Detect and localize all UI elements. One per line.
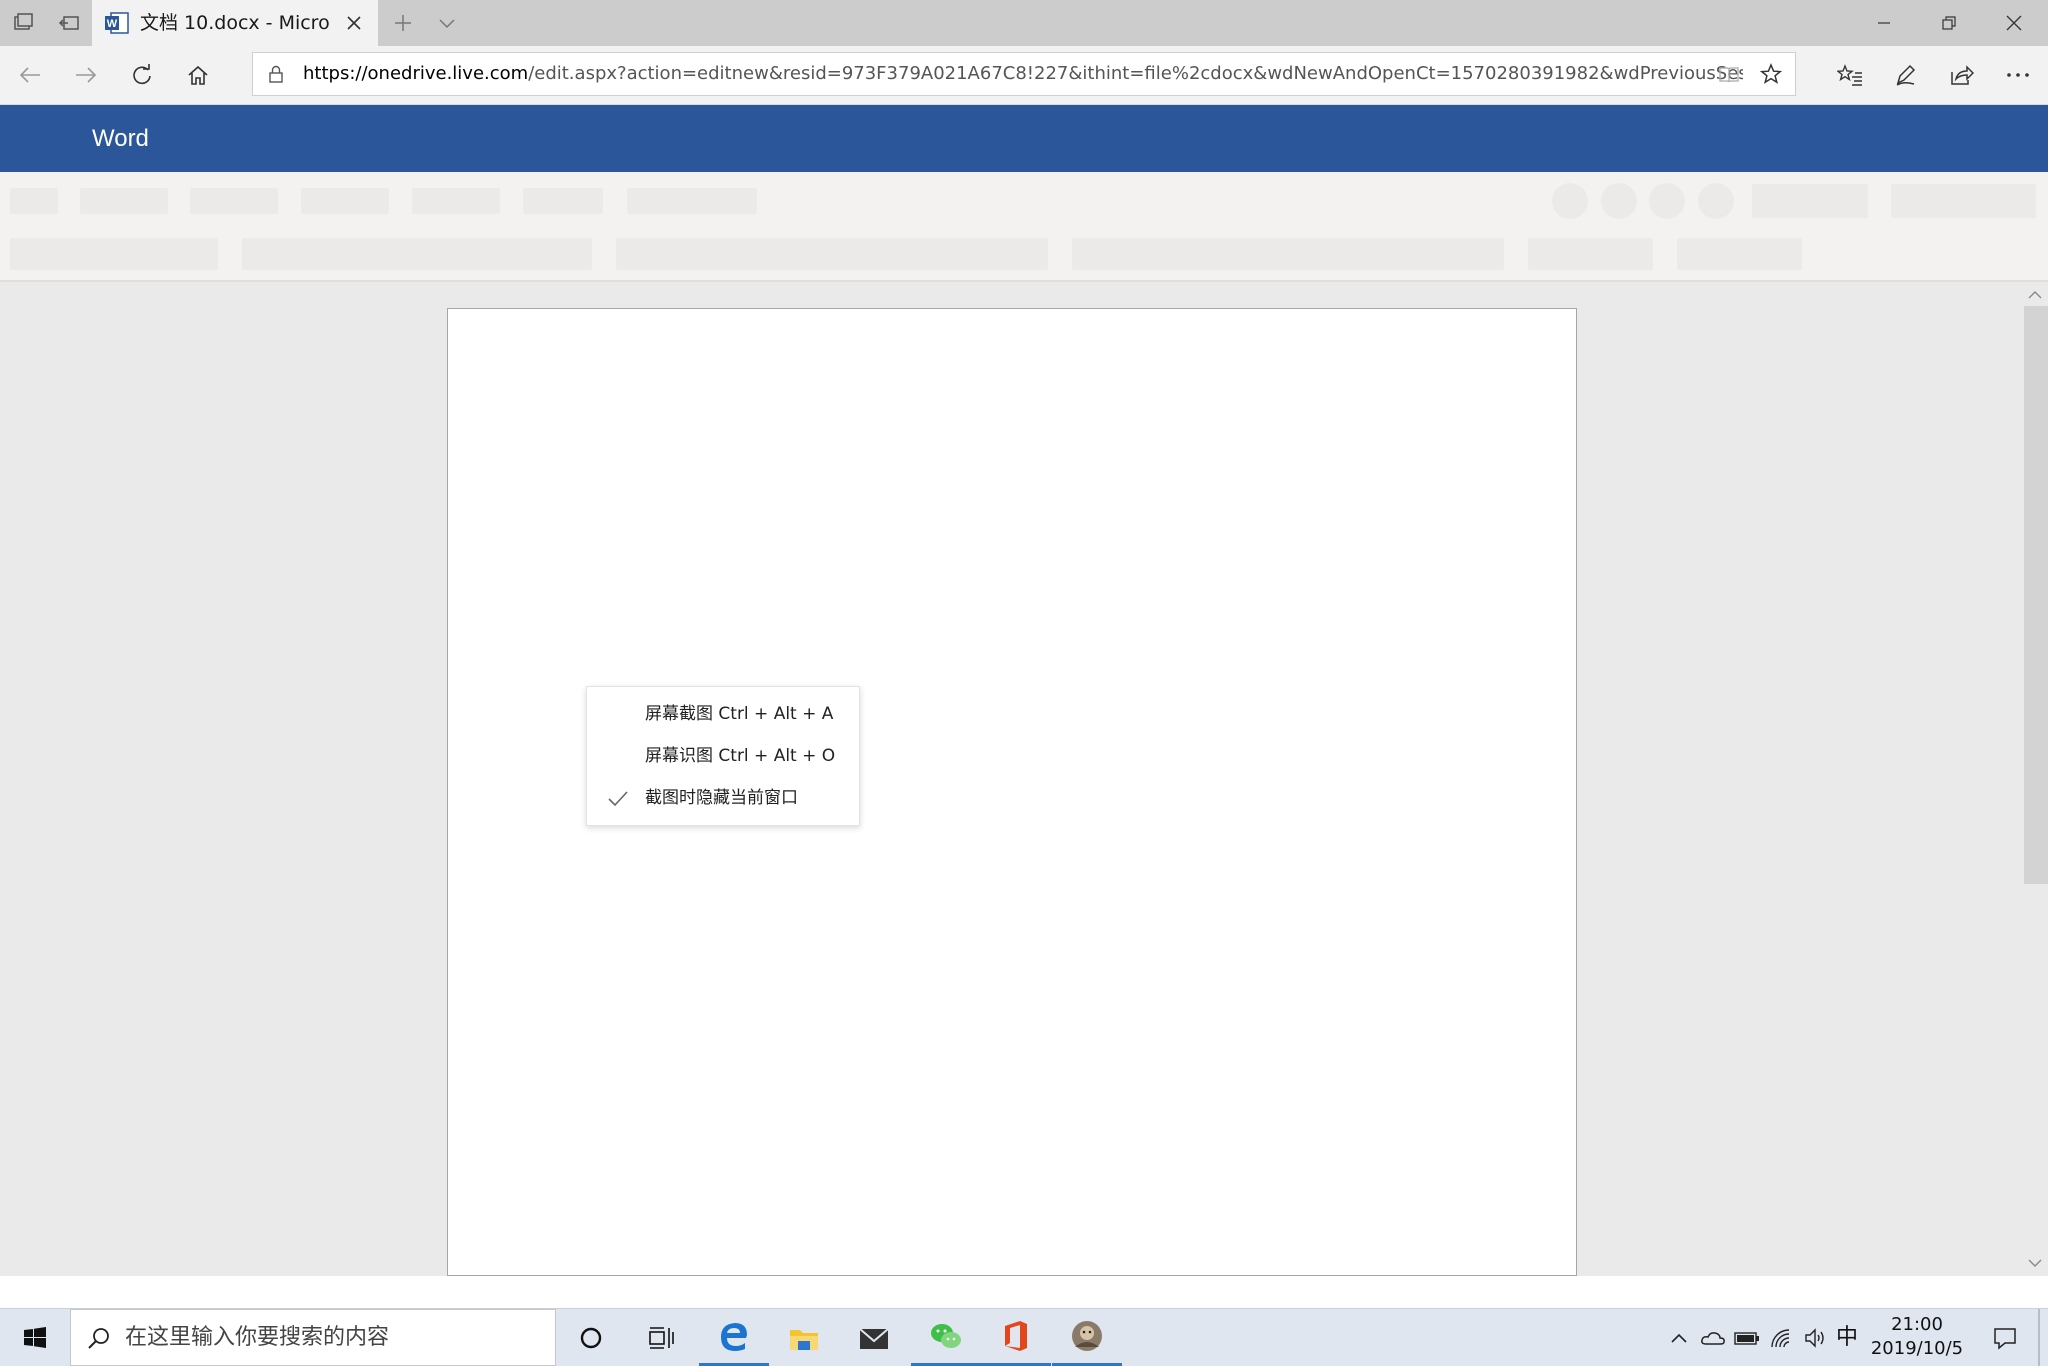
battery-icon[interactable] xyxy=(1730,1309,1764,1366)
url-host: https://onedrive.live.com xyxy=(303,63,529,84)
checkmark-icon xyxy=(607,788,629,810)
clock-date: 2019/10/5 xyxy=(1870,1338,1964,1359)
clock-time: 21:00 xyxy=(1891,1314,1943,1335)
search-icon xyxy=(81,1310,117,1365)
wifi-icon[interactable] xyxy=(1764,1309,1798,1366)
ribbon-group-placeholder xyxy=(1072,238,1504,270)
show-hidden-icons-icon[interactable] xyxy=(1662,1309,1696,1366)
screenshot-context-menu: 屏幕截图 Ctrl + Alt + A 屏幕识图 Ctrl + Alt + O … xyxy=(586,686,860,826)
favorite-star-icon[interactable] xyxy=(1751,53,1791,95)
ribbon-loading xyxy=(0,172,2048,282)
menu-item-label: 屏幕截图 Ctrl + Alt + A xyxy=(645,704,834,724)
refresh-icon[interactable] xyxy=(114,46,170,104)
ribbon-group-placeholder xyxy=(242,238,592,270)
close-window-icon[interactable] xyxy=(1982,0,2046,46)
set-aside-tabs-icon[interactable] xyxy=(46,0,92,46)
avatar-app-icon[interactable] xyxy=(1052,1309,1122,1366)
ribbon-button-placeholder xyxy=(1752,184,1868,218)
ribbon-tab-placeholder xyxy=(627,188,757,214)
mail-icon[interactable] xyxy=(839,1309,909,1366)
menu-item-label: 屏幕识图 Ctrl + Alt + O xyxy=(645,746,836,766)
office-icon[interactable] xyxy=(981,1309,1051,1366)
ribbon-button-placeholder xyxy=(1698,183,1734,219)
ribbon-tab-placeholder xyxy=(10,188,58,214)
restore-icon[interactable] xyxy=(1917,0,1981,46)
start-icon[interactable] xyxy=(0,1309,70,1366)
menu-item-screen-capture[interactable]: 屏幕截图 Ctrl + Alt + A xyxy=(587,693,859,735)
favorites-hub-icon[interactable] xyxy=(1822,46,1878,104)
lock-icon xyxy=(261,53,291,95)
back-icon[interactable] xyxy=(2,46,58,104)
svg-text:W: W xyxy=(107,18,118,30)
ribbon-tab-placeholder xyxy=(412,188,500,214)
volume-icon[interactable] xyxy=(1798,1309,1832,1366)
scroll-up-icon[interactable] xyxy=(2022,282,2048,308)
reading-view-icon[interactable] xyxy=(1709,53,1749,95)
menu-item-label: 截图时隐藏当前窗口 xyxy=(645,788,798,808)
url-text[interactable]: https://onedrive.live.com/edit.aspx?acti… xyxy=(303,53,1743,95)
address-bar[interactable]: https://onedrive.live.com/edit.aspx?acti… xyxy=(252,52,1796,96)
app-name[interactable]: Word xyxy=(92,105,149,172)
home-icon[interactable] xyxy=(170,46,226,104)
menu-item-hide-window[interactable]: 截图时隐藏当前窗口 xyxy=(587,777,859,819)
ribbon-tab-placeholder xyxy=(301,188,389,214)
windows-taskbar: 在这里输入你要搜索的内容 中 21:00 2019/10/5 xyxy=(0,1308,2048,1366)
ribbon-group-placeholder xyxy=(1528,238,1653,270)
onedrive-icon[interactable] xyxy=(1696,1309,1730,1366)
word-icon: W xyxy=(102,0,132,46)
wechat-icon[interactable] xyxy=(911,1309,981,1366)
active-tab[interactable]: W 文档 10.docx - Microsoft Word Online xyxy=(92,0,378,46)
notification-icon[interactable] xyxy=(1980,1309,2030,1366)
more-icon[interactable] xyxy=(1990,46,2046,104)
browser-toolbar: https://onedrive.live.com/edit.aspx?acti… xyxy=(0,46,2048,105)
tab-title: 文档 10.docx - Microsoft Word Online xyxy=(140,12,330,34)
word-app-header: Word xyxy=(0,105,2048,172)
browser-tab-bar: W 文档 10.docx - Microsoft Word Online xyxy=(0,0,2048,46)
document-canvas[interactable] xyxy=(0,282,2048,1276)
input-method-indicator[interactable]: 中 xyxy=(1832,1309,1862,1366)
show-desktop-button[interactable] xyxy=(2038,1309,2040,1366)
task-view-icon[interactable] xyxy=(626,1309,696,1366)
tab-list-icon[interactable] xyxy=(424,0,470,46)
cortana-icon[interactable] xyxy=(556,1309,626,1366)
taskbar-search-box[interactable]: 在这里输入你要搜索的内容 xyxy=(70,1309,556,1366)
ribbon-button-placeholder xyxy=(1601,183,1637,219)
search-placeholder: 在这里输入你要搜索的内容 xyxy=(125,1325,390,1350)
ribbon-tab-placeholder xyxy=(190,188,278,214)
tab-preview-icon[interactable] xyxy=(0,0,46,46)
ribbon-group-placeholder xyxy=(1677,238,1802,270)
edge-icon[interactable] xyxy=(699,1309,769,1366)
menu-item-screen-recognize[interactable]: 屏幕识图 Ctrl + Alt + O xyxy=(587,735,859,777)
share-icon[interactable] xyxy=(1934,46,1990,104)
ribbon-button-placeholder xyxy=(1649,183,1685,219)
vertical-scrollbar-thumb[interactable] xyxy=(2024,306,2048,884)
forward-icon[interactable] xyxy=(58,46,114,104)
file-explorer-icon[interactable] xyxy=(769,1309,839,1366)
new-tab-icon[interactable] xyxy=(380,0,426,46)
minimize-icon[interactable] xyxy=(1852,0,1916,46)
system-clock[interactable]: 21:00 2019/10/5 xyxy=(1862,1313,1972,1363)
scroll-down-icon[interactable] xyxy=(2022,1250,2048,1276)
ribbon-group-placeholder xyxy=(616,238,1048,270)
close-tab-icon[interactable] xyxy=(334,0,374,46)
ribbon-button-placeholder xyxy=(1552,183,1588,219)
ribbon-tab-placeholder xyxy=(523,188,603,214)
ribbon-group-placeholder xyxy=(10,238,218,270)
pen-icon[interactable] xyxy=(1878,46,1934,104)
window-bottom-edge xyxy=(0,1276,2048,1308)
ribbon-tab-placeholder xyxy=(80,188,168,214)
url-path: /edit.aspx?action=editnew&resid=973F379A… xyxy=(528,63,1743,84)
ribbon-button-placeholder xyxy=(1891,184,2036,218)
